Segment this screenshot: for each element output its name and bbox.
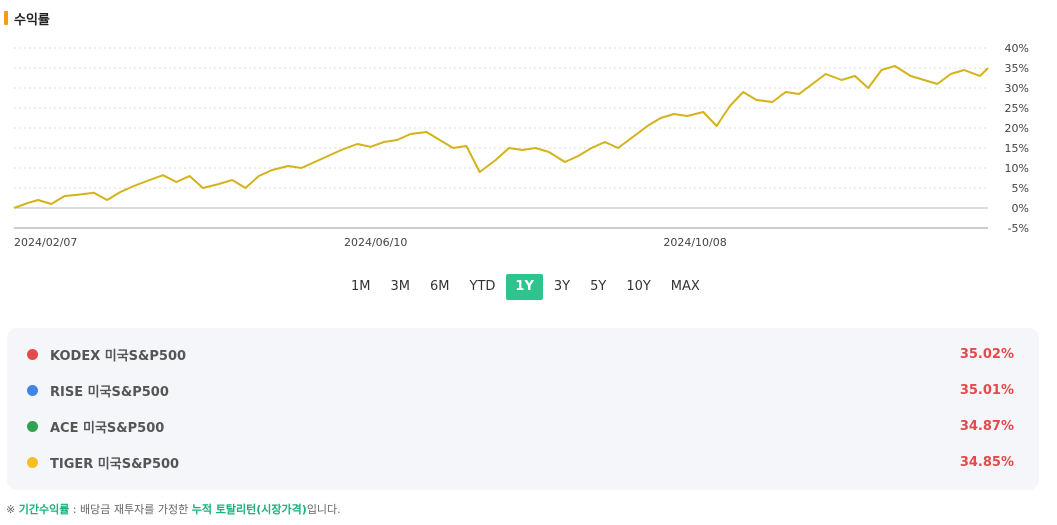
y-tick-label: 10% bbox=[1005, 162, 1029, 175]
y-tick-label: 35% bbox=[1005, 62, 1029, 75]
period-button-1y[interactable]: 1Y bbox=[506, 274, 543, 300]
x-tick-label: 2024/06/10 bbox=[344, 236, 407, 249]
fund-name: TIGER 미국S&P500 bbox=[50, 456, 180, 472]
fund-return-value: 34.85% bbox=[959, 454, 1014, 470]
fund-name: ACE 미국S&P500 bbox=[50, 420, 165, 436]
fund-return-value: 35.02% bbox=[959, 346, 1014, 362]
footnote-highlight-total-return: 누적 토탈리턴(시장가격) bbox=[191, 503, 307, 516]
y-tick-label: 40% bbox=[1005, 42, 1029, 55]
period-selector: 1M 3M 6M YTD 1Y 3Y 5Y 10Y MAX bbox=[342, 274, 711, 300]
period-button-6m[interactable]: 6M bbox=[421, 274, 459, 300]
fund-row: KODEX 미국S&P500 35.02% bbox=[7, 336, 1039, 372]
fund-row: TIGER 미국S&P500 34.85% bbox=[7, 444, 1039, 480]
fund-return-value: 34.87% bbox=[959, 418, 1014, 434]
y-tick-label: 0% bbox=[1012, 202, 1029, 215]
period-button-10y[interactable]: 10Y bbox=[617, 274, 659, 300]
fund-color-dot bbox=[27, 456, 38, 468]
fund-name: KODEX 미국S&P500 bbox=[50, 348, 187, 364]
footnote-highlight-period-return: 기간수익률 bbox=[18, 503, 70, 516]
x-tick-label: 2024/02/07 bbox=[14, 236, 77, 249]
x-tick-label: 2024/10/08 bbox=[663, 236, 726, 249]
footnote-text-end: 입니다. bbox=[306, 503, 341, 516]
series-line-0 bbox=[13, 65, 989, 209]
fund-name: RISE 미국S&P500 bbox=[50, 384, 169, 400]
y-tick-label: 15% bbox=[1005, 142, 1029, 155]
y-tick-label: 20% bbox=[1005, 122, 1029, 135]
period-button-3y[interactable]: 3Y bbox=[545, 274, 579, 300]
footnote-symbol: ※ bbox=[6, 503, 16, 516]
footnote-text: : 배당금 재투자를 가정한 bbox=[69, 503, 192, 516]
fund-color-dot bbox=[27, 384, 38, 396]
period-button-1m[interactable]: 1M bbox=[342, 274, 380, 300]
fund-row: ACE 미국S&P500 34.87% bbox=[7, 408, 1039, 444]
period-button-3m[interactable]: 3M bbox=[382, 274, 420, 300]
y-tick-label: 25% bbox=[1005, 102, 1029, 115]
fund-returns-panel: KODEX 미국S&P500 35.02% RISE 미국S&P500 35.01% A… bbox=[7, 328, 1039, 490]
fund-color-dot bbox=[27, 348, 38, 360]
period-button-ytd[interactable]: YTD bbox=[461, 274, 505, 300]
fund-color-dot bbox=[27, 420, 38, 432]
returns-line-chart: 40% 35% 30% 25% 20% 15% 10% 5% 0% -5% 2024/02/07 2… bbox=[13, 42, 1029, 249]
y-tick-label: -5% bbox=[1008, 222, 1029, 235]
footnote: ※ 기간수익률 : 배당금 재투자를 가정한 누적 토탈리턴(시장가격)입니다. bbox=[6, 501, 341, 517]
period-button-max[interactable]: MAX bbox=[662, 274, 709, 300]
fund-row: RISE 미국S&P500 35.01% bbox=[7, 372, 1039, 408]
y-tick-label: 5% bbox=[1012, 182, 1029, 195]
period-button-5y[interactable]: 5Y bbox=[581, 274, 615, 300]
fund-return-value: 35.01% bbox=[959, 382, 1014, 398]
y-tick-label: 30% bbox=[1005, 82, 1029, 95]
